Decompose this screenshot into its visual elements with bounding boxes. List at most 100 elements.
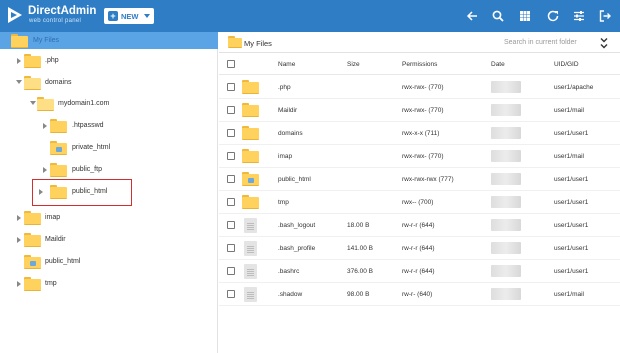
tree-item-imap[interactable]: imap: [0, 209, 218, 227]
file-date-redacted: [491, 219, 521, 231]
column-name-header[interactable]: Name: [278, 61, 295, 68]
tree-item-public-html[interactable]: public_html: [0, 253, 218, 271]
table-row[interactable]: domains rwx-x-x (711) user1/user1: [219, 122, 620, 145]
file-permissions: rwx-rwx- (770): [402, 153, 444, 160]
tree-item-label: .htpasswd: [72, 122, 104, 129]
open-folder-icon: [24, 76, 41, 90]
table-row[interactable]: .shadow 98.00 B rw-r- (640) user1/mail: [219, 283, 620, 306]
chevron-right-icon[interactable]: [17, 215, 21, 221]
chevron-right-icon[interactable]: [17, 237, 21, 243]
chevron-down-icon[interactable]: [30, 101, 36, 105]
file-icon: [244, 287, 257, 302]
file-date-redacted: [491, 288, 521, 300]
file-permissions: rwx-- (700): [402, 199, 434, 206]
refresh-icon[interactable]: [546, 9, 560, 23]
file-name[interactable]: .bash_profile: [278, 245, 315, 252]
table-row[interactable]: .bashrc 376.00 B rw-r-r (644) user1/user1: [219, 260, 620, 283]
tree-root-my-files[interactable]: My Files: [0, 32, 218, 49]
row-checkbox[interactable]: [227, 221, 235, 229]
table-row[interactable]: .bash_logout 18.00 B rw-r-r (644) user1/use…: [219, 214, 620, 237]
folder-link-icon: [50, 141, 67, 155]
file-name[interactable]: .php: [278, 84, 291, 91]
row-checkbox[interactable]: [227, 106, 235, 114]
row-checkbox[interactable]: [227, 152, 235, 160]
table-row[interactable]: .php rwx-rwx- (770) user1/apache: [219, 76, 620, 99]
file-owner: user1/user1: [554, 130, 589, 137]
table-row[interactable]: Maildir rwx-rwx- (770) user1/mail: [219, 99, 620, 122]
file-name[interactable]: domains: [278, 130, 303, 137]
file-date-redacted: [491, 104, 521, 116]
table-row[interactable]: .bash_profile 141.00 B rw-r-r (644) user1/u…: [219, 237, 620, 260]
tree-item-label: .php: [45, 57, 59, 64]
column-uid-header[interactable]: UID/GID: [554, 61, 579, 68]
column-date-header[interactable]: Date: [491, 61, 505, 68]
tree-item-domains[interactable]: domains: [0, 74, 218, 92]
file-name[interactable]: Maildir: [278, 107, 297, 114]
settings-sliders-icon[interactable]: [572, 9, 586, 23]
file-icon: [244, 264, 257, 279]
row-checkbox[interactable]: [227, 83, 235, 91]
collapse-icon[interactable]: [599, 37, 609, 49]
folder-icon: [24, 233, 41, 247]
chevron-right-icon[interactable]: [43, 123, 47, 129]
app-title: DirectAdmin: [28, 5, 97, 17]
search-icon[interactable]: [491, 9, 505, 23]
new-button[interactable]: + NEW: [104, 8, 154, 24]
column-size-header[interactable]: Size: [347, 61, 360, 68]
chevron-right-icon[interactable]: [17, 58, 21, 64]
table-header: Name Size Permissions Date UID/GID: [219, 54, 620, 75]
file-name[interactable]: .bash_logout: [278, 222, 315, 229]
row-checkbox[interactable]: [227, 198, 235, 206]
row-checkbox[interactable]: [227, 290, 235, 298]
tree-item-label: mydomain1.com: [58, 100, 110, 107]
chevron-right-icon[interactable]: [17, 281, 21, 287]
row-checkbox[interactable]: [227, 267, 235, 275]
tree-item-php[interactable]: .php: [0, 52, 218, 70]
folder-link-icon: [242, 172, 259, 186]
file-date-redacted: [491, 81, 521, 93]
column-permissions-header[interactable]: Permissions: [402, 61, 437, 68]
row-checkbox[interactable]: [227, 129, 235, 137]
logo[interactable]: DirectAdmin web control panel: [6, 4, 106, 28]
file-owner: user1/user1: [554, 176, 589, 183]
file-name[interactable]: public_html: [278, 176, 311, 183]
grid-view-icon[interactable]: [518, 9, 532, 23]
table-row[interactable]: imap rwx-rwx- (770) user1/mail: [219, 145, 620, 168]
file-owner: user1/mail: [554, 153, 584, 160]
file-owner: user1/user1: [554, 268, 589, 275]
folder-icon: [24, 54, 41, 68]
tree-item-label: Maildir: [45, 236, 66, 243]
file-name[interactable]: .shadow: [278, 291, 302, 298]
tree-item-private-html[interactable]: private_html: [0, 139, 218, 157]
plus-icon: +: [108, 11, 118, 21]
table-row[interactable]: tmp rwx-- (700) user1/user1: [219, 191, 620, 214]
tree-item-mydomain1[interactable]: mydomain1.com: [0, 95, 218, 113]
logout-icon[interactable]: [598, 9, 612, 23]
tree-item-maildir[interactable]: Maildir: [0, 231, 218, 249]
tree-item-htpasswd[interactable]: .htpasswd: [0, 117, 218, 135]
file-permissions: rwx-x-x (711): [402, 130, 440, 137]
file-date-redacted: [491, 242, 521, 254]
file-size: 376.00 B: [347, 268, 374, 275]
back-arrow-icon[interactable]: [465, 9, 479, 23]
file-size: 141.00 B: [347, 245, 374, 252]
row-checkbox[interactable]: [227, 175, 235, 183]
tree-item-label: domains: [45, 79, 72, 86]
row-checkbox[interactable]: [227, 244, 235, 252]
file-name[interactable]: tmp: [278, 199, 289, 206]
file-permissions: rw-r-r (644): [402, 222, 435, 229]
tree-item-label: tmp: [45, 280, 57, 287]
tree-item-public-ftp[interactable]: public_ftp: [0, 161, 218, 179]
select-all-checkbox[interactable]: [227, 60, 235, 68]
open-folder-icon: [37, 97, 54, 111]
folder-icon: [242, 195, 259, 209]
file-list-panel: My Files Search in current folder Name S…: [219, 32, 620, 353]
tree-item-tmp[interactable]: tmp: [0, 275, 218, 293]
file-owner: user1/apache: [554, 84, 594, 91]
chevron-down-icon[interactable]: [16, 80, 22, 84]
file-name[interactable]: imap: [278, 153, 292, 160]
table-row[interactable]: public_html rwx-rwx-rwx (777) user1/user1: [219, 168, 620, 191]
file-name[interactable]: .bashrc: [278, 268, 299, 275]
search-input[interactable]: Search in current folder: [504, 39, 577, 46]
chevron-right-icon[interactable]: [43, 167, 47, 173]
